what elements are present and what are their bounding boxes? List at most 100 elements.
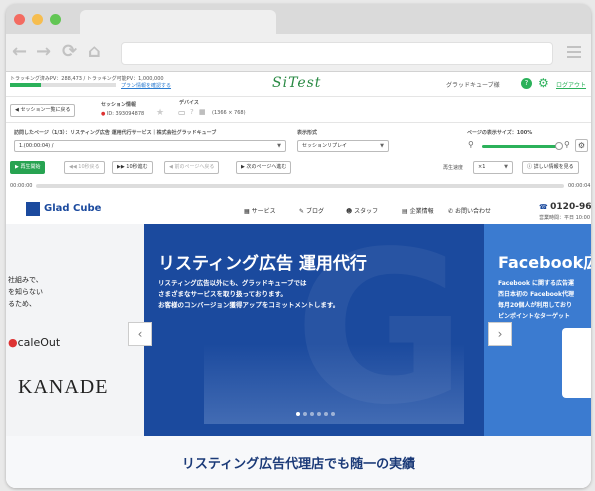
sitest-app: トラッキング済みPV：288,473 / トラッキング可能PV：1,000,00… <box>6 72 591 488</box>
carousel-pagination <box>296 401 338 420</box>
device-size: (1366 × 768) <box>212 110 246 116</box>
replay-viewport: Glad Cube ▦ サービス ✎ ブログ ☻ スタッフ ▤ 企業情報 ✆ お… <box>6 198 591 488</box>
site-nav-contact[interactable]: ✆ お問い合わせ <box>448 206 491 215</box>
zoom-slider-handle[interactable] <box>555 142 563 150</box>
sitest-logo: SiTest <box>272 75 322 91</box>
forward-arrow-icon[interactable]: → <box>36 42 51 62</box>
back-to-session-list-button[interactable]: ◀ セッション一覧に戻る <box>10 104 76 117</box>
display-format-label: 表示形式 <box>297 130 318 136</box>
session-id: ● ID: 393094878 <box>101 111 145 117</box>
browser-navbar: ← → ⟳ ⌂ <box>6 34 591 72</box>
back-10s-button[interactable]: ◀◀ 10秒戻る <box>64 161 105 174</box>
carousel-prev-button[interactable]: ‹ <box>128 322 152 346</box>
site-nav-company[interactable]: ▤ 企業情報 <box>402 206 434 215</box>
carousel-dot[interactable] <box>324 412 328 416</box>
scaleout-logo: ●caleOut <box>8 336 61 349</box>
carousel-dot[interactable] <box>296 412 300 416</box>
pencil-icon: ✎ <box>299 208 306 215</box>
info-icon: ⓘ <box>527 164 534 170</box>
kanade-logo: KANADE <box>18 376 109 398</box>
session-bar: ◀ セッション一覧に戻る セッション情報 ● ID: 393094878 ★ デ… <box>6 98 591 123</box>
tracking-progress-fill <box>10 83 41 87</box>
chevron-down-icon: ▼ <box>380 143 384 149</box>
carousel-dot[interactable] <box>331 412 335 416</box>
gladcube-logo-mark-icon <box>26 202 40 216</box>
carousel-next-button[interactable]: › <box>488 322 512 346</box>
carousel-dot[interactable] <box>317 412 321 416</box>
slide-title: リスティング広告 運用代行 <box>158 254 367 274</box>
play-button[interactable]: ▶ 再生開始 <box>10 161 46 174</box>
plan-info-link[interactable]: プラン情報を確認する <box>121 82 171 89</box>
next-slide-title: Facebook広 <box>498 253 591 272</box>
page-size-label: ページの表示サイズ：100% <box>467 130 533 136</box>
speed-select[interactable]: ×1 ▼ <box>473 161 513 174</box>
browser-tab[interactable] <box>80 10 276 36</box>
visited-page-label: 訪問したページ（1/3）：リスティング広告 運用代行サービス｜株式会社グラッドキ… <box>14 130 217 136</box>
site-nav-staff[interactable]: ☻ スタッフ <box>346 206 378 215</box>
help-icon[interactable]: ? <box>521 78 532 89</box>
phone-icon: ✆ <box>448 208 455 215</box>
reload-icon[interactable]: ⟳ <box>62 42 77 62</box>
site-nav-service[interactable]: ▦ サービス <box>244 206 276 215</box>
windows-icon: ▦ <box>199 108 206 116</box>
site-section: リスティング広告代理店でも随一の実績 <box>6 436 591 488</box>
tracking-progress-bar <box>10 83 116 87</box>
display-format-select[interactable]: セッションリプレイ ▼ <box>297 140 389 152</box>
site-header: Glad Cube ▦ サービス ✎ ブログ ☻ スタッフ ▤ 企業情報 ✆ お… <box>6 198 591 224</box>
time-end: 00:00:04 <box>568 183 591 189</box>
person-icon: ☻ <box>346 208 355 215</box>
carousel-slide-previous: 社組みで、 を知らない るため、 ●caleOut KANADE <box>6 224 144 436</box>
site-logo: Glad Cube <box>44 203 102 214</box>
session-info-label: セッション情報 <box>101 102 137 108</box>
section-heading: リスティング広告代理店でも随一の実績 <box>181 457 416 472</box>
minimize-window-button[interactable] <box>32 14 43 25</box>
next-slide-body: Facebook に関する広告運 西日本初の Facebook代理 毎月20個人… <box>498 280 575 320</box>
logout-link[interactable]: ログアウト <box>556 80 586 89</box>
star-icon[interactable]: ★ <box>156 108 164 118</box>
zoom-slider[interactable] <box>482 142 563 150</box>
chevron-left-icon: ‹ <box>137 327 143 341</box>
chevron-right-icon: › <box>497 327 503 341</box>
time-start: 00:00:00 <box>10 183 33 189</box>
building-icon: ▤ <box>402 208 410 215</box>
home-icon[interactable]: ⌂ <box>88 42 101 62</box>
freedial-icon: ☎ <box>539 203 551 211</box>
site-nav-blog[interactable]: ✎ ブログ <box>299 206 324 215</box>
chevron-down-icon: ▼ <box>504 164 508 170</box>
next-page-button[interactable]: ▶ 次のページへ進む <box>236 161 292 174</box>
user-name: グラッドキューブ様 <box>446 82 500 89</box>
settings-gear-icon[interactable]: ⚙ <box>538 76 549 90</box>
forward-10s-button[interactable]: ▶▶ 10秒進む <box>112 161 153 174</box>
site-phone: ☎ 0120-96- <box>539 202 591 212</box>
carousel-dot[interactable] <box>310 412 314 416</box>
address-bar[interactable] <box>121 42 553 65</box>
chevron-down-icon: ▼ <box>277 143 281 149</box>
zoom-in-icon[interactable]: ⚲ <box>564 140 570 149</box>
tracking-stats: トラッキング済みPV：288,473 / トラッキング可能PV：1,000,00… <box>10 76 164 82</box>
page-settings-gear-icon[interactable]: ⚙ <box>575 139 588 152</box>
speed-label: 再生速度 <box>443 165 464 171</box>
back-arrow-icon[interactable]: ← <box>12 42 27 62</box>
previous-slide-text: 社組みで、 を知らない るため、 <box>8 276 43 308</box>
app-header: トラッキング済みPV：288,473 / トラッキング可能PV：1,000,00… <box>6 72 591 97</box>
fast-forward-icon: ▶▶ <box>117 164 127 170</box>
carousel-dot[interactable] <box>303 412 307 416</box>
grid-icon: ▦ <box>244 208 252 215</box>
site-hours: 営業時間：平日 10:00 <box>539 215 590 221</box>
browser-titlebar <box>6 4 591 36</box>
playback-timeline[interactable] <box>36 184 564 188</box>
close-window-button[interactable] <box>14 14 25 25</box>
details-button[interactable]: ⓘ 詳しい情報を見る <box>522 161 579 174</box>
rewind-icon: ◀◀ <box>69 164 79 170</box>
next-slide-device-image <box>562 328 591 398</box>
device-label: デバイス <box>179 100 199 106</box>
unknown-os-icon: ? <box>190 108 194 116</box>
maximize-window-button[interactable] <box>50 14 61 25</box>
previous-page-button[interactable]: ◀ 前のページへ戻る <box>164 161 220 174</box>
slide-body: リスティング広告以外にも、グラッドキューブでは さまざまなサービスを取り扱ってお… <box>158 279 340 309</box>
visited-page-select[interactable]: 1.(00:00:04) / ▼ <box>14 140 286 152</box>
desktop-icon: ▭ <box>178 108 186 117</box>
menu-icon[interactable] <box>567 46 581 61</box>
zoom-out-icon[interactable]: ⚲ <box>468 140 474 149</box>
browser-window: ← → ⟳ ⌂ トラッキング済みPV：288,473 / トラッキング可能PV：… <box>6 4 591 488</box>
